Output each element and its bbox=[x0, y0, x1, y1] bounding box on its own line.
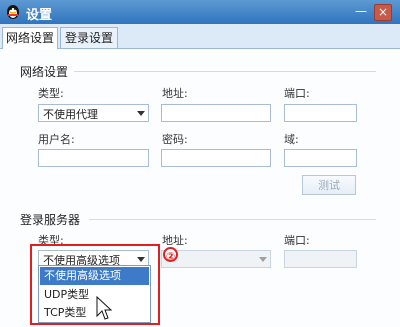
login-port-input[interactable] bbox=[284, 250, 357, 268]
close-icon[interactable]: × bbox=[374, 4, 392, 21]
domain-label: 域: bbox=[284, 133, 299, 146]
settings-window: 设置 — × 网络设置 登录设置 网络设置 类型: 地址: 端口: 不使用代理 … bbox=[0, 0, 400, 327]
password-input[interactable] bbox=[161, 149, 271, 167]
username-input[interactable] bbox=[38, 149, 149, 167]
login-port-label: 端口: bbox=[284, 234, 310, 247]
network-address-label: 地址: bbox=[162, 87, 188, 100]
tab-login-settings[interactable]: 登录设置 bbox=[60, 27, 118, 48]
tab-strip: 网络设置 登录设置 bbox=[0, 24, 400, 49]
proxy-port-input[interactable] bbox=[284, 104, 357, 122]
annotation-marker: ② bbox=[163, 247, 178, 263]
minimize-icon[interactable]: — bbox=[353, 4, 369, 20]
window-title: 设置 bbox=[26, 8, 53, 23]
network-type-label: 类型: bbox=[38, 87, 64, 100]
login-server-section-title: 登录服务器 bbox=[20, 213, 81, 227]
password-label: 密码: bbox=[162, 133, 188, 146]
login-server-section-divider bbox=[89, 219, 376, 220]
chevron-down-icon bbox=[259, 257, 267, 262]
network-section-title: 网络设置 bbox=[20, 65, 69, 79]
domain-input[interactable] bbox=[284, 149, 357, 167]
qq-penguin-icon bbox=[7, 5, 19, 19]
network-port-label: 端口: bbox=[284, 87, 310, 100]
proxy-type-value: 不使用代理 bbox=[43, 108, 98, 121]
proxy-address-input[interactable] bbox=[161, 104, 271, 122]
username-label: 用户名: bbox=[38, 133, 75, 146]
test-button[interactable]: 测试 bbox=[302, 175, 356, 195]
mouse-pointer-icon bbox=[96, 296, 112, 320]
annotation-highlight-box bbox=[30, 244, 160, 325]
tab-network-settings[interactable]: 网络设置 bbox=[2, 27, 58, 49]
proxy-type-select[interactable]: 不使用代理 bbox=[38, 104, 149, 122]
login-address-label: 地址: bbox=[162, 234, 188, 247]
network-section-divider bbox=[74, 71, 376, 72]
title-bar: 设置 — × bbox=[0, 0, 400, 24]
chevron-down-icon bbox=[137, 111, 145, 116]
